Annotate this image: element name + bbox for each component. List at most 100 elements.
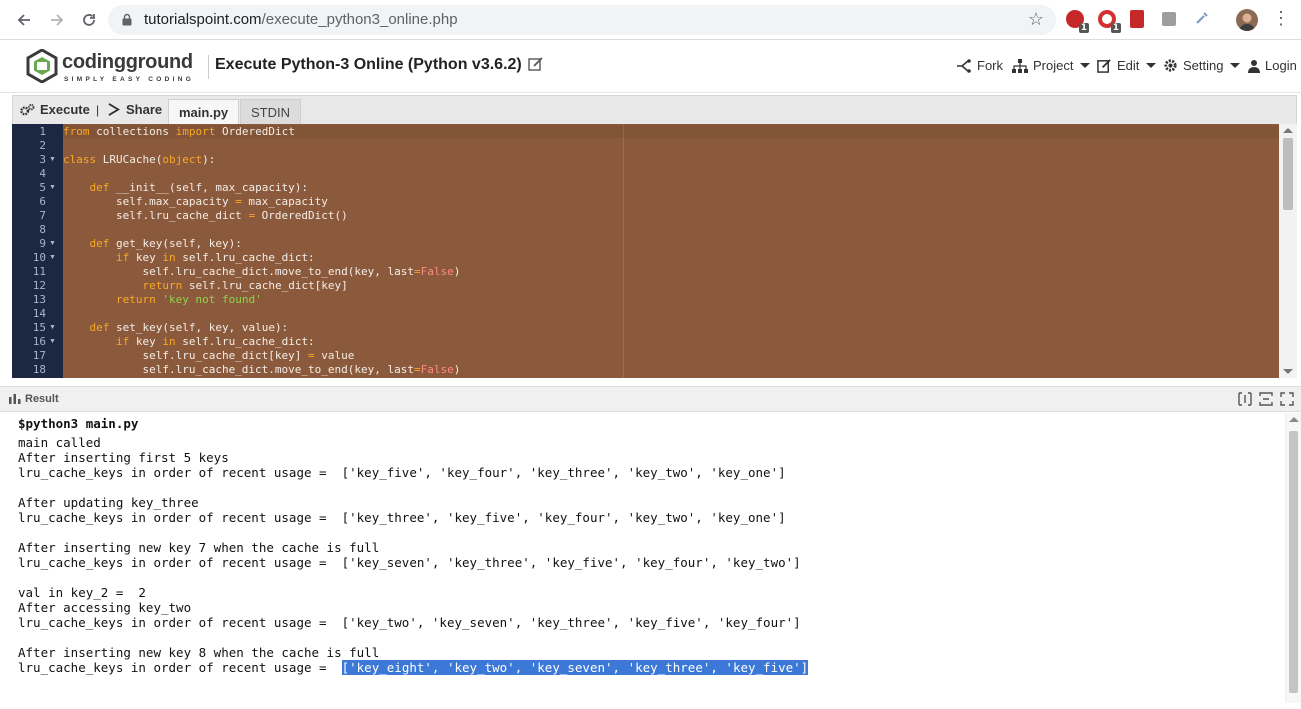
project-menu[interactable]: Project	[1012, 58, 1091, 73]
edit-menu[interactable]: Edit	[1097, 58, 1157, 73]
edit-label: Edit	[1117, 58, 1140, 73]
login-link[interactable]: Login	[1248, 58, 1297, 73]
codingground-logo[interactable]: codingground SIMPLY EASY CODING	[26, 49, 196, 85]
output-line-last: lru_cache_keys in order of recent usage …	[18, 660, 809, 675]
line-number: 2	[39, 139, 46, 152]
bookmark-red-icon[interactable]	[1130, 10, 1144, 28]
editor-scrollbar[interactable]	[1279, 124, 1297, 378]
fold-arrow-icon[interactable]: ▼	[49, 156, 56, 163]
line-number: 12	[32, 279, 46, 292]
code-line: self.lru_cache_dict.move_to_end(key, las…	[63, 265, 461, 278]
output-line-prefix: lru_cache_keys in order of recent usage …	[18, 660, 342, 675]
output-scrollbar[interactable]	[1285, 413, 1301, 703]
bar-chart-icon	[9, 394, 21, 404]
copy-extension-icon[interactable]	[1162, 12, 1176, 26]
output-line: After inserting new key 7 when the cache…	[18, 540, 380, 555]
code-line: return self.lru_cache_dict[key]	[142, 279, 348, 292]
execute-button[interactable]: Execute	[20, 102, 90, 117]
fullscreen-icon[interactable]	[1280, 392, 1294, 406]
profile-avatar[interactable]	[1236, 9, 1258, 31]
result-panel-header: Result	[0, 386, 1301, 412]
code-line: def get_key(self, key):	[89, 237, 242, 250]
fold-arrow-icon[interactable]: ▼	[49, 240, 56, 247]
edit-caret-icon	[1146, 63, 1157, 68]
result-title-label: Result	[25, 393, 59, 405]
code-line: def __init__(self, max_capacity):	[89, 181, 309, 194]
forward-arrow-icon[interactable]	[45, 8, 69, 32]
address-bar[interactable]: tutorialspoint.com/execute_python3_onlin…	[108, 5, 1056, 35]
editor-scroll-thumb[interactable]	[1283, 138, 1293, 210]
code-line: self.lru_cache_dict = OrderedDict()	[63, 209, 348, 222]
fork-icon	[956, 58, 972, 73]
login-label: Login	[1265, 58, 1297, 73]
setting-menu[interactable]: Setting	[1163, 58, 1241, 73]
toolbar-separator: |	[96, 103, 100, 117]
line-number: 9	[39, 237, 46, 250]
url-text: tutorialspoint.com/execute_python3_onlin…	[144, 11, 458, 28]
adblock-badge: 1	[1078, 23, 1089, 33]
browser-menu-icon[interactable]: ⋮	[1272, 8, 1290, 29]
site-header: codingground SIMPLY EASY CODING Execute …	[0, 41, 1301, 93]
fork-menu[interactable]: Fork	[956, 58, 1003, 73]
fold-arrow-icon[interactable]: ▼	[49, 254, 56, 261]
share-button[interactable]: Share	[108, 102, 162, 117]
reload-icon[interactable]	[77, 8, 101, 32]
output-line: lru_cache_keys in order of recent usage …	[18, 510, 786, 525]
code-line: class LRUCache(object):	[63, 153, 216, 166]
code-editor[interactable]: 1 2 3 4 5 6 7 8 9 10 11 12 13 14 15 16 1…	[12, 124, 1297, 378]
dropper-extension-icon[interactable]	[1194, 10, 1210, 26]
code-line: self.lru_cache_dict[key] = value	[63, 349, 355, 362]
output-line: lru_cache_keys in order of recent usage …	[18, 465, 786, 480]
collapse-icon[interactable]	[1259, 392, 1273, 406]
fold-arrow-icon[interactable]: ▼	[49, 324, 56, 331]
scroll-up-arrow-icon[interactable]	[1289, 417, 1299, 422]
scroll-up-arrow-icon[interactable]	[1283, 128, 1293, 133]
split-view-icon[interactable]	[1238, 392, 1252, 406]
bookmark-star-icon[interactable]: ☆	[1028, 9, 1044, 30]
line-number: 1	[39, 125, 46, 138]
fold-arrow-icon[interactable]: ▼	[49, 338, 56, 345]
code-line: if key in self.lru_cache_dict:	[115, 335, 315, 348]
opera-badge: 1	[1110, 23, 1121, 33]
tab-main-py[interactable]: main.py	[168, 99, 240, 125]
selected-output-text[interactable]: ['key_eight', 'key_two', 'key_seven', 'k…	[341, 660, 809, 675]
tab-stdin[interactable]: STDIN	[240, 99, 301, 125]
editor-toolbar: Execute | Share main.py STDIN	[12, 95, 1297, 125]
output-line: val in key_2 = 2	[18, 585, 146, 600]
adblock-icon[interactable]: 1	[1066, 10, 1089, 33]
logo-tagline: SIMPLY EASY CODING	[64, 76, 195, 83]
code-line: self.lru_cache_dict.move_to_end(key, las…	[63, 363, 461, 376]
output-line: After updating key_three	[18, 495, 199, 510]
output-line: After accessing key_two	[18, 600, 192, 615]
code-line: return 'key not found'	[115, 293, 262, 306]
execute-label: Execute	[40, 102, 90, 117]
line-number: 18	[32, 363, 46, 376]
url-host: tutorialspoint.com	[144, 11, 262, 28]
line-number: 7	[39, 209, 46, 222]
browser-toolbar: tutorialspoint.com/execute_python3_onlin…	[0, 0, 1301, 40]
setting-label: Setting	[1183, 58, 1224, 73]
gear-icon	[1163, 58, 1178, 73]
output-command: $python3 main.py	[18, 416, 139, 431]
opera-icon[interactable]: 1	[1098, 10, 1121, 33]
edit-title-icon[interactable]	[528, 56, 544, 72]
back-arrow-icon[interactable]	[12, 8, 36, 32]
output-scroll-thumb[interactable]	[1289, 431, 1298, 693]
editor-gutter: 1 2 3 4 5 6 7 8 9 10 11 12 13 14 15 16 1…	[12, 124, 63, 378]
project-caret-icon	[1080, 63, 1091, 68]
output-line: main called	[18, 435, 101, 450]
user-icon	[1248, 59, 1260, 73]
edit-icon	[1097, 58, 1112, 73]
line-number: 11	[32, 265, 46, 278]
line-number: 16	[32, 335, 46, 348]
fold-arrow-icon[interactable]: ▼	[49, 184, 56, 191]
output-line: lru_cache_keys in order of recent usage …	[18, 615, 801, 630]
result-output[interactable]: $python3 main.py main called After inser…	[0, 413, 1301, 709]
code-line: self.max_capacity = max_capacity	[63, 195, 328, 208]
fork-label: Fork	[977, 58, 1003, 73]
scroll-down-arrow-icon[interactable]	[1283, 369, 1293, 374]
line-number: 15	[32, 321, 46, 334]
result-title: Result	[9, 393, 59, 405]
output-line: lru_cache_keys in order of recent usage …	[18, 555, 801, 570]
page-title: Execute Python-3 Online (Python v3.6.2)	[215, 56, 522, 73]
